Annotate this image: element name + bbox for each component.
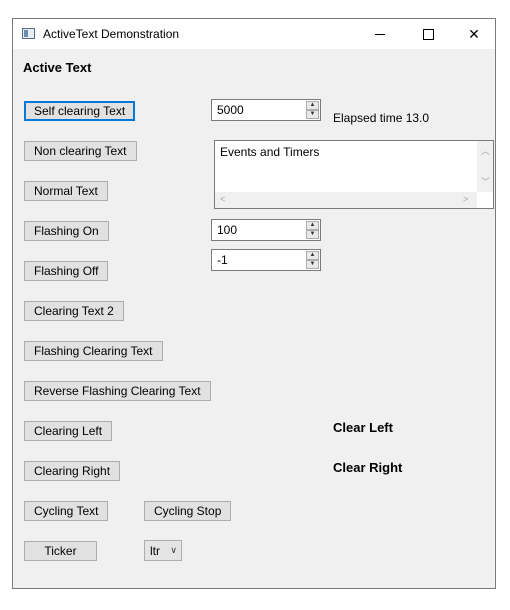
elapsed-time-label: Elapsed time 13.0 bbox=[333, 111, 430, 125]
clear-right-label: Clear Right bbox=[333, 460, 403, 475]
close-button[interactable]: ✕ bbox=[451, 19, 497, 49]
spinner-buttons: ▲ ▼ bbox=[306, 251, 319, 269]
minimize-icon bbox=[375, 33, 385, 35]
direction-select-value: ltr bbox=[150, 544, 160, 558]
spin-up-icon[interactable]: ▲ bbox=[306, 101, 319, 110]
second-spinner-value: -1 bbox=[217, 253, 228, 267]
reverse-flashing-clearing-button[interactable]: Reverse Flashing Clearing Text bbox=[24, 381, 211, 401]
direction-select[interactable]: ltr ∨ bbox=[144, 540, 182, 561]
clearing-left-button[interactable]: Clearing Left bbox=[24, 421, 113, 441]
flash-rate-value: 100 bbox=[217, 223, 238, 237]
app-icon bbox=[22, 28, 35, 39]
window-title: ActiveText Demonstration bbox=[43, 27, 180, 41]
events-textarea[interactable]: Events and Timers ︿ ﹀ < > bbox=[214, 140, 494, 209]
spin-down-icon[interactable]: ▼ bbox=[306, 230, 319, 239]
second-spinner[interactable]: -1 ▲ ▼ bbox=[211, 249, 321, 271]
minimize-button[interactable] bbox=[357, 19, 403, 49]
spin-up-icon[interactable]: ▲ bbox=[306, 251, 319, 260]
maximize-button[interactable] bbox=[405, 19, 451, 49]
title-bar: ActiveText Demonstration ✕ bbox=[13, 19, 495, 49]
scroll-down-icon[interactable]: ﹀ bbox=[481, 175, 490, 188]
events-text: Events and Timers bbox=[220, 145, 320, 159]
page-heading: Active Text bbox=[23, 60, 92, 75]
self-clearing-button[interactable]: Self clearing Text bbox=[24, 101, 136, 121]
chevron-down-icon: ∨ bbox=[170, 545, 177, 555]
flashing-on-button[interactable]: Flashing On bbox=[24, 221, 109, 241]
cycling-text-button[interactable]: Cycling Text bbox=[24, 501, 109, 521]
clear-left-label: Clear Left bbox=[333, 420, 393, 435]
timeout-value: 5000 bbox=[217, 103, 244, 117]
non-clearing-button[interactable]: Non clearing Text bbox=[24, 141, 137, 161]
ticker-button[interactable]: Ticker bbox=[24, 541, 97, 561]
cycling-stop-button[interactable]: Cycling Stop bbox=[144, 501, 232, 521]
flashing-off-button[interactable]: Flashing Off bbox=[24, 261, 109, 281]
maximize-icon bbox=[422, 28, 434, 40]
clearing-text-2-button[interactable]: Clearing Text 2 bbox=[24, 301, 124, 321]
scroll-up-icon[interactable]: ︿ bbox=[481, 144, 490, 157]
timeout-spinner[interactable]: 5000 ▲ ▼ bbox=[211, 99, 321, 121]
spin-down-icon[interactable]: ▼ bbox=[306, 110, 319, 119]
app-window: ActiveText Demonstration ✕ Active Text S… bbox=[12, 18, 496, 589]
clearing-right-button[interactable]: Clearing Right bbox=[24, 461, 121, 481]
scroll-left-icon[interactable]: < bbox=[220, 194, 225, 204]
spinner-buttons: ▲ ▼ bbox=[306, 101, 319, 119]
spinner-buttons: ▲ ▼ bbox=[306, 221, 319, 239]
vertical-scrollbar[interactable]: ︿ ﹀ bbox=[477, 141, 493, 192]
horizontal-scrollbar[interactable]: < > bbox=[215, 192, 477, 208]
flash-rate-spinner[interactable]: 100 ▲ ▼ bbox=[211, 219, 321, 241]
flashing-clearing-button[interactable]: Flashing Clearing Text bbox=[24, 341, 163, 361]
spin-up-icon[interactable]: ▲ bbox=[306, 221, 319, 230]
close-icon: ✕ bbox=[468, 25, 480, 42]
normal-text-button[interactable]: Normal Text bbox=[24, 181, 108, 201]
spin-down-icon[interactable]: ▼ bbox=[306, 260, 319, 269]
scroll-right-icon[interactable]: > bbox=[463, 194, 468, 204]
